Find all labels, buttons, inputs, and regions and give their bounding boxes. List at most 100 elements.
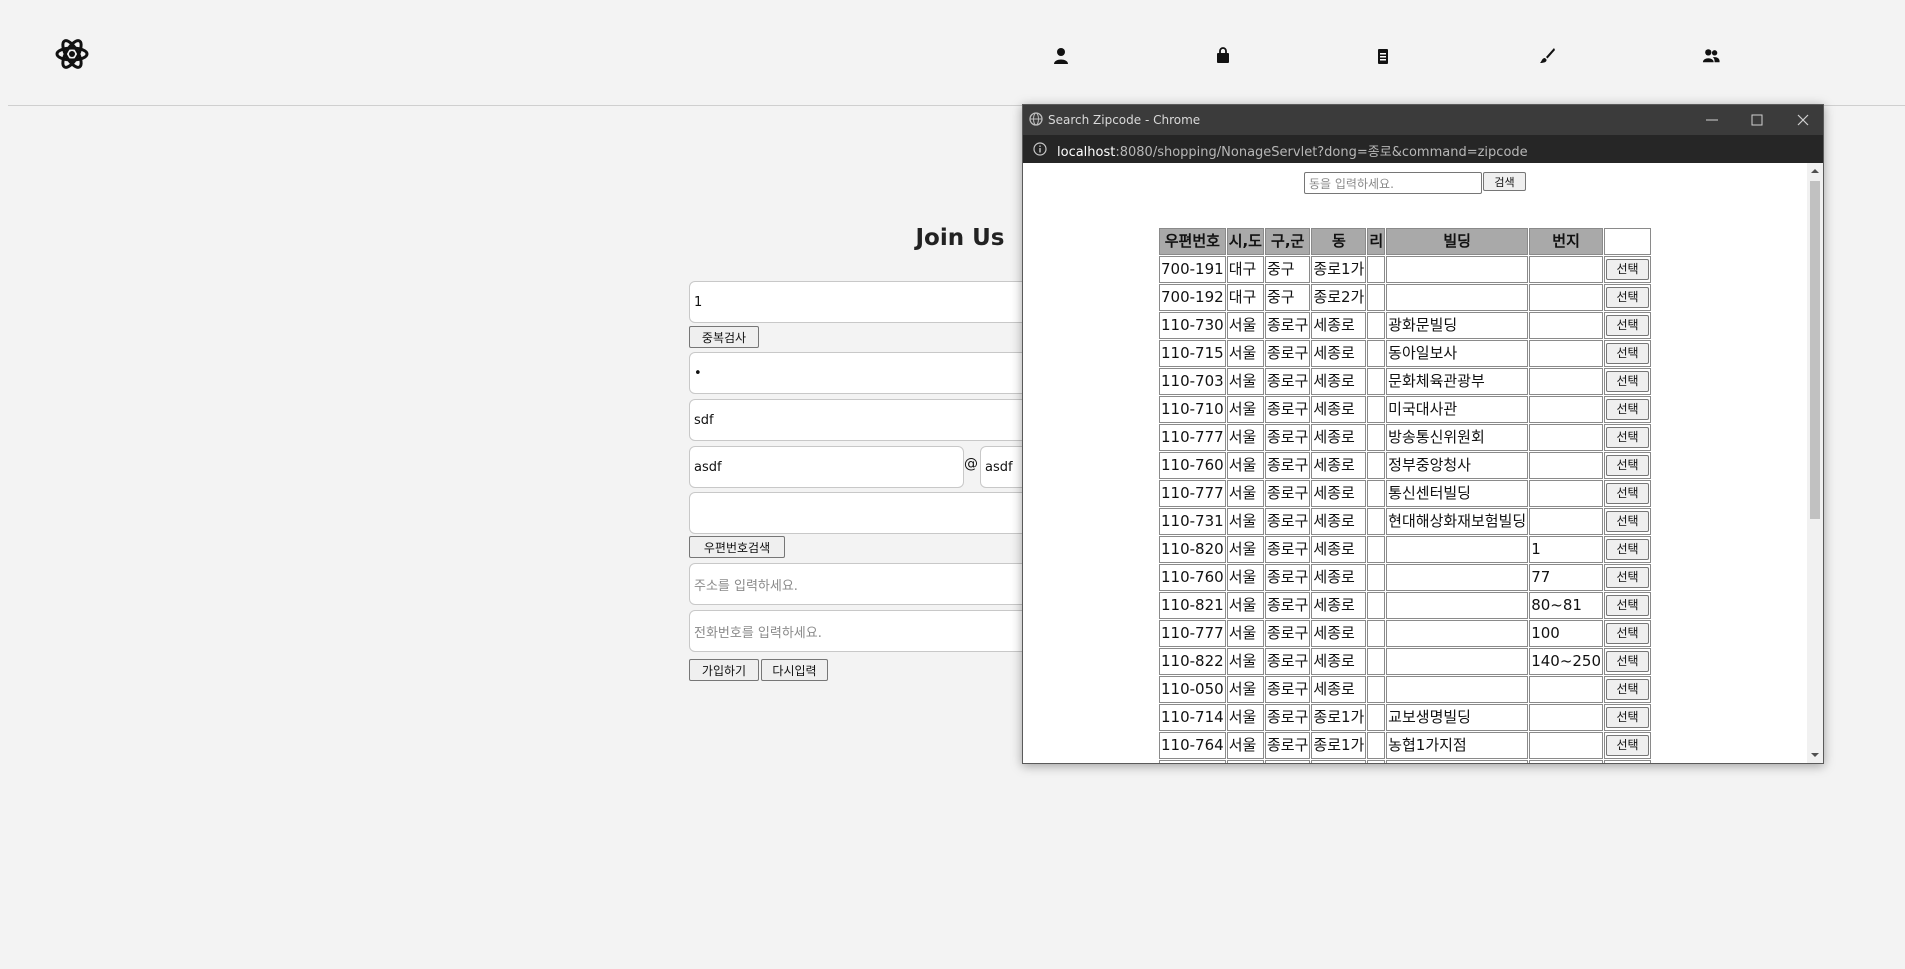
minimize-icon[interactable]	[1704, 112, 1720, 128]
scrollbar-thumb[interactable]	[1810, 181, 1820, 519]
cell-ri	[1367, 676, 1386, 703]
address-bar[interactable]: localhost:8080/shopping/NonageServlet?do…	[1023, 135, 1823, 163]
col-header-select	[1604, 228, 1652, 255]
select-button[interactable]: 선택	[1606, 511, 1650, 532]
popup-titlebar[interactable]: Search Zipcode - Chrome	[1023, 105, 1823, 135]
maximize-icon[interactable]	[1749, 112, 1765, 128]
cell-zipcode: 110-820	[1159, 536, 1226, 563]
col-header-building: 빌딩	[1386, 228, 1529, 255]
cell-gugun: 종로구	[1265, 424, 1311, 451]
cell-dong: 세종로	[1311, 340, 1367, 367]
users-icon[interactable]	[1702, 47, 1720, 65]
col-header-gugun: 구,군	[1265, 228, 1311, 255]
table-row: 700-192 대구 중구 종로2가 선택	[1159, 284, 1652, 311]
cell-select: 선택	[1604, 424, 1652, 451]
select-button[interactable]: 선택	[1606, 427, 1650, 448]
select-button[interactable]: 선택	[1606, 399, 1650, 420]
col-header-zipcode: 우편번호	[1159, 228, 1226, 255]
cell-building: 농협1가지점	[1386, 732, 1529, 759]
select-button[interactable]: 선택	[1606, 539, 1650, 560]
cell-select: 선택	[1604, 452, 1652, 479]
select-button[interactable]: 선택	[1606, 623, 1650, 644]
shopping-bag-icon[interactable]	[1214, 47, 1232, 65]
cell-select: 선택	[1604, 368, 1652, 395]
table-row: 110-714 서울 종로구 종로1가 교보생명빌딩 선택	[1159, 704, 1652, 731]
scrollbar[interactable]	[1807, 163, 1823, 763]
cell-ri	[1367, 256, 1386, 283]
cell-building: 통신센터빌딩	[1386, 480, 1529, 507]
cell-bunji	[1529, 452, 1604, 479]
select-button[interactable]: 선택	[1606, 651, 1650, 672]
select-button[interactable]: 선택	[1606, 287, 1650, 308]
col-header-bunji: 번지	[1529, 228, 1604, 255]
close-icon[interactable]	[1795, 112, 1811, 128]
table-row: 110-760 서울 종로구 세종로 77 선택	[1159, 564, 1652, 591]
search-button[interactable]: 검색	[1483, 172, 1526, 191]
cell-zipcode: 110-703	[1159, 368, 1226, 395]
dong-search-input[interactable]: 동을 입력하세요.	[1304, 172, 1482, 194]
col-header-dong: 동	[1311, 228, 1367, 255]
cell-building: 르메이에르종로타운	[1386, 760, 1529, 763]
cell-zipcode: 700-192	[1159, 284, 1226, 311]
scroll-up-arrow-icon[interactable]	[1811, 167, 1819, 175]
cell-building: 방송통신위원회	[1386, 424, 1529, 451]
cell-building: 미국대사관	[1386, 396, 1529, 423]
cell-ri	[1367, 284, 1386, 311]
cell-bunji	[1529, 396, 1604, 423]
cell-bunji	[1529, 368, 1604, 395]
user-icon[interactable]	[1052, 47, 1070, 65]
cell-zipcode: 110-710	[1159, 396, 1226, 423]
select-button[interactable]: 선택	[1606, 343, 1650, 364]
cell-ri	[1367, 396, 1386, 423]
cell-ri	[1367, 620, 1386, 647]
select-button[interactable]: 선택	[1606, 595, 1650, 616]
cell-gugun: 종로구	[1265, 732, 1311, 759]
cell-zipcode: 110-730	[1159, 312, 1226, 339]
select-button[interactable]: 선택	[1606, 679, 1650, 700]
address-field[interactable]: 주소를 입력하세요.	[689, 563, 1029, 605]
clipboard-icon[interactable]	[1374, 47, 1392, 65]
select-button[interactable]: 선택	[1606, 259, 1650, 280]
cell-sido: 서울	[1226, 480, 1264, 507]
zipcode-search-button[interactable]: 우편번호검색	[689, 536, 785, 558]
cell-sido: 서울	[1226, 536, 1264, 563]
zipcode-field[interactable]	[689, 492, 1029, 534]
select-button[interactable]: 선택	[1606, 483, 1650, 504]
brush-icon[interactable]	[1538, 47, 1556, 65]
cell-select: 선택	[1604, 312, 1652, 339]
cell-gugun: 종로구	[1265, 452, 1311, 479]
select-button[interactable]: 선택	[1606, 707, 1650, 728]
cell-sido: 서울	[1226, 704, 1264, 731]
scroll-down-arrow-icon[interactable]	[1811, 751, 1819, 759]
password-field[interactable]: •	[689, 352, 1029, 394]
cell-bunji	[1529, 424, 1604, 451]
email-local-field[interactable]: asdf	[689, 446, 964, 488]
id-field[interactable]: 1	[689, 281, 1029, 323]
duplicate-check-button[interactable]: 중복검사	[689, 326, 759, 348]
cell-ri	[1367, 648, 1386, 675]
select-button[interactable]: 선택	[1606, 567, 1650, 588]
table-row: 700-191 대구 중구 종로1가 선택	[1159, 256, 1652, 283]
select-button[interactable]: 선택	[1606, 315, 1650, 336]
name-field[interactable]: sdf	[689, 399, 1029, 441]
cell-ri	[1367, 508, 1386, 535]
cell-dong: 세종로	[1311, 536, 1367, 563]
cell-zipcode: 700-191	[1159, 256, 1226, 283]
submit-button[interactable]: 가입하기	[689, 659, 759, 681]
table-row: 110-703 서울 종로구 세종로 문화체육관광부 선택	[1159, 368, 1652, 395]
atom-icon[interactable]	[55, 37, 89, 71]
select-button[interactable]: 선택	[1606, 455, 1650, 476]
cell-sido: 서울	[1226, 368, 1264, 395]
cell-ri	[1367, 536, 1386, 563]
cell-dong: 세종로	[1311, 312, 1367, 339]
cell-gugun: 종로구	[1265, 676, 1311, 703]
info-icon[interactable]	[1033, 142, 1047, 156]
cell-bunji	[1529, 480, 1604, 507]
phone-field[interactable]: 전화번호를 입력하세요.	[689, 610, 1029, 652]
cell-gugun: 종로구	[1265, 312, 1311, 339]
select-button[interactable]: 선택	[1606, 371, 1650, 392]
cell-building	[1386, 676, 1529, 703]
cell-dong: 세종로	[1311, 676, 1367, 703]
reset-button[interactable]: 다시입력	[761, 659, 828, 681]
select-button[interactable]: 선택	[1606, 735, 1650, 756]
